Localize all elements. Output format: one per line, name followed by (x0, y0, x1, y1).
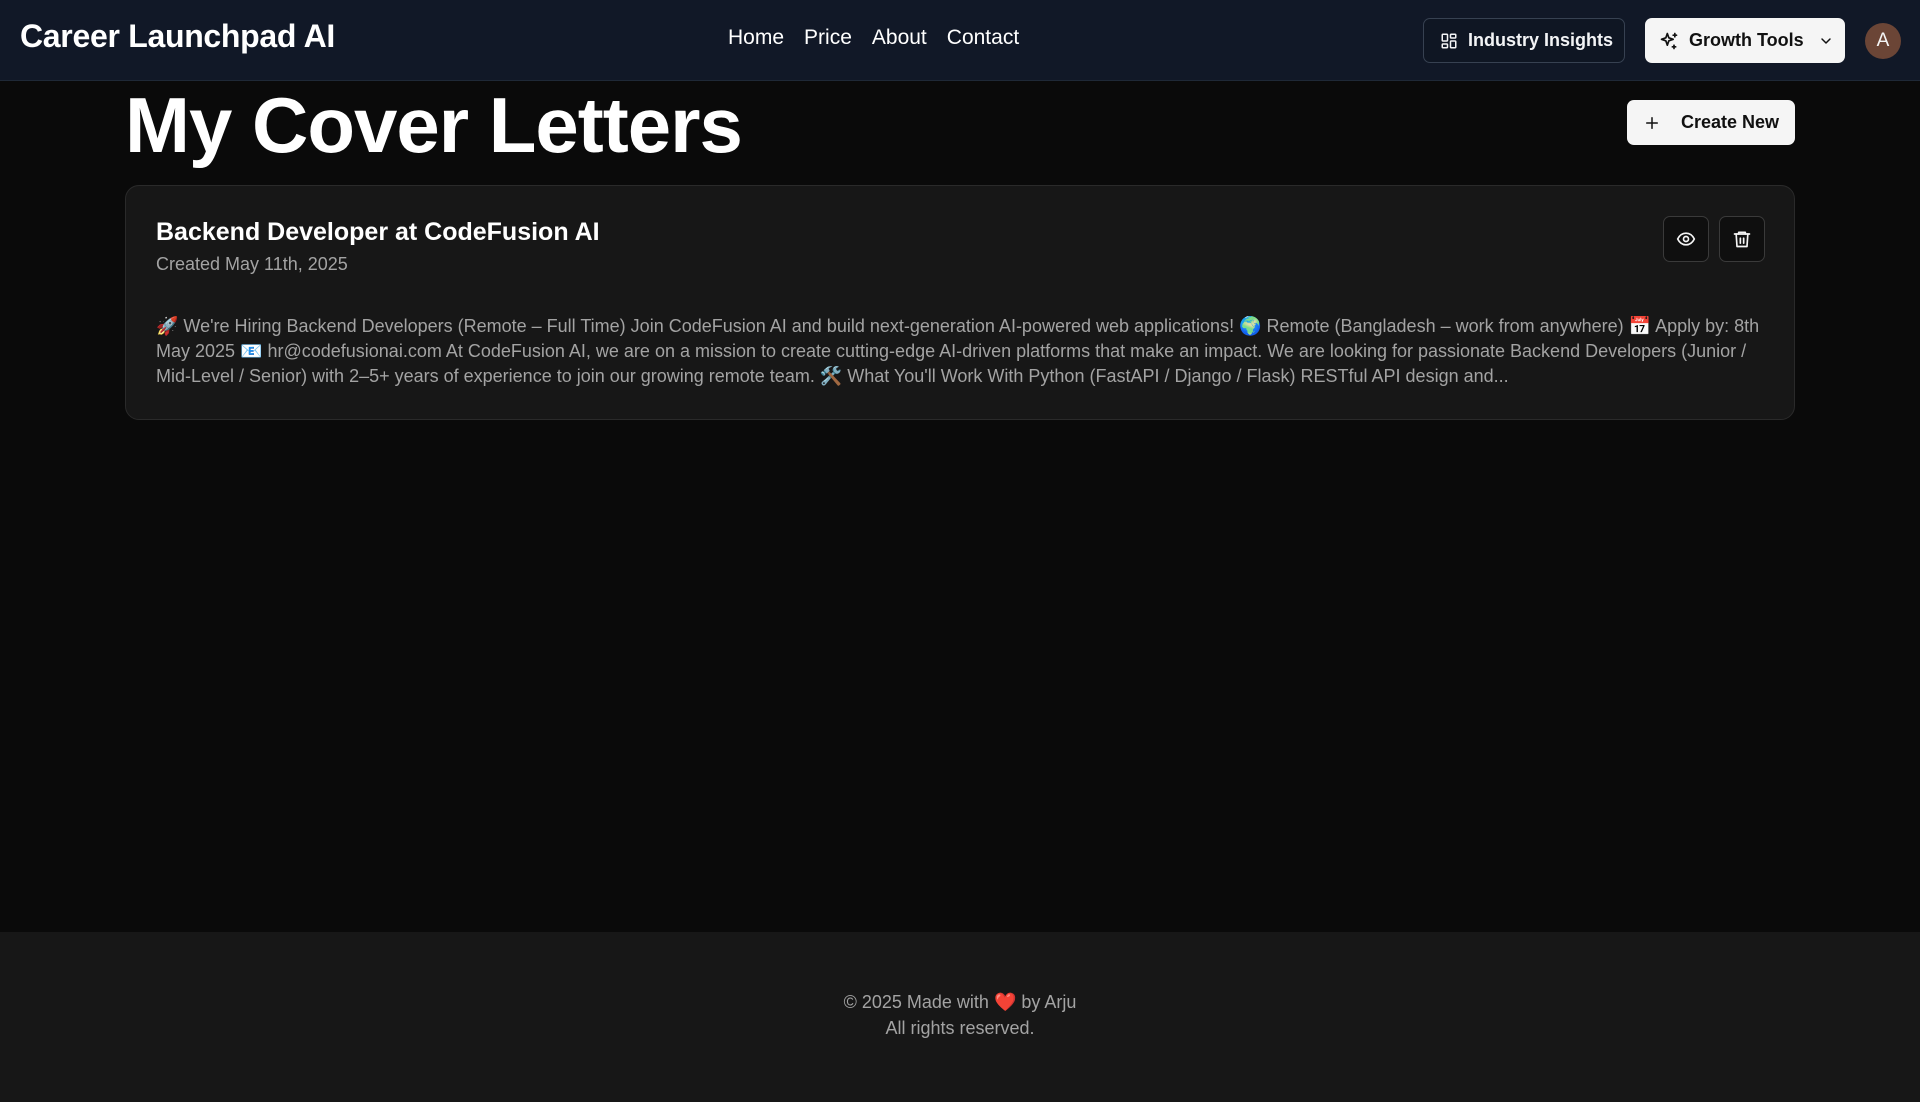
industry-insights-label: Industry Insights (1468, 30, 1614, 50)
brand-logo-text[interactable]: Career Launchpad AI (20, 18, 335, 55)
cover-letter-created-date: Created May 11th, 2025 (156, 254, 348, 274)
create-new-label: Create New (1681, 112, 1780, 132)
plus-icon (1643, 114, 1661, 132)
growth-tools-label: Growth Tools (1689, 30, 1804, 50)
footer: © 2025 Made with ❤️ by Arju All rights r… (0, 932, 1920, 1102)
industry-insights-button[interactable]: Industry Insights (1423, 18, 1625, 63)
heart-icon: ❤️ (993, 992, 1017, 1012)
cover-letter-preview-text: 🚀 We're Hiring Backend Developers (Remot… (156, 316, 1760, 386)
dashboard-grid-icon (1440, 32, 1458, 50)
nav-link-contact[interactable]: Contact (947, 26, 1019, 50)
trash-icon (1732, 229, 1752, 249)
sparkles-icon (1659, 31, 1679, 51)
nav-link-about[interactable]: About (872, 26, 927, 50)
footer-credit-prefix: © 2025 Made with (843, 992, 989, 1012)
nav-link-home[interactable]: Home (728, 26, 784, 50)
cover-letter-title: Backend Developer at CodeFusion AI (156, 218, 600, 246)
top-navbar: Career Launchpad AI Home Price About Con… (0, 0, 1920, 81)
chevron-down-icon (1818, 33, 1834, 49)
footer-credit: © 2025 Made with ❤️ by Arju (0, 992, 1920, 1013)
cover-letter-card: Backend Developer at CodeFusion AI Creat… (125, 185, 1795, 420)
footer-credit-suffix: by Arju (1021, 992, 1077, 1012)
delete-letter-button[interactable] (1719, 216, 1765, 262)
nav-link-price[interactable]: Price (804, 26, 852, 50)
view-letter-button[interactable] (1663, 216, 1709, 262)
page-title: My Cover Letters (125, 81, 743, 169)
growth-tools-dropdown-button[interactable]: Growth Tools (1645, 18, 1845, 63)
user-avatar[interactable]: A (1865, 23, 1901, 59)
eye-icon (1676, 229, 1696, 249)
create-new-button[interactable]: Create New (1627, 100, 1795, 145)
page: Career Launchpad AI Home Price About Con… (0, 0, 1920, 1102)
footer-rights: All rights reserved. (885, 1018, 1035, 1038)
main-nav: Home Price About Contact (728, 26, 1019, 50)
